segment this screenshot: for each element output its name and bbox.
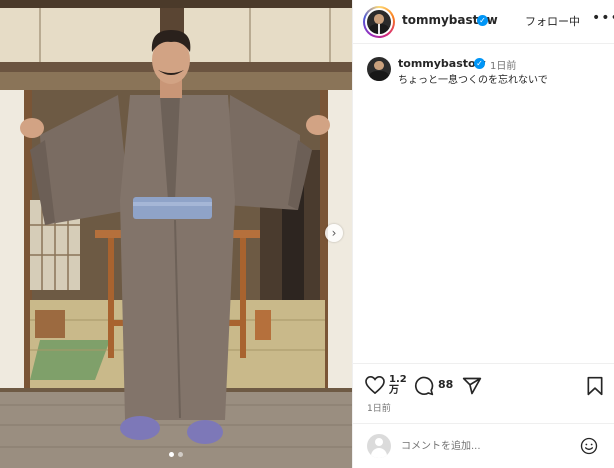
comment-bubble-icon[interactable] xyxy=(414,376,434,400)
verified-badge-icon: ✓ xyxy=(474,58,485,69)
comment-input[interactable] xyxy=(401,438,571,454)
caption-text: ちょっと一息つくのを忘れないで xyxy=(398,75,548,86)
like-count-number: 1.2 xyxy=(389,374,407,385)
post-header: tommybastow ✓ フォロー中 ••• xyxy=(353,0,614,44)
viewer-avatar xyxy=(367,434,391,458)
emoji-smile-icon[interactable] xyxy=(580,437,598,459)
like-count[interactable]: 1.2 万 xyxy=(389,374,407,396)
caption-username[interactable]: tommybastow xyxy=(398,57,486,70)
heart-icon[interactable] xyxy=(365,375,385,398)
carousel-dot-active xyxy=(169,452,174,457)
like-count-unit: 万 xyxy=(389,385,399,396)
following-button[interactable]: フォロー中 xyxy=(525,13,580,29)
more-dots-icon[interactable]: ••• xyxy=(592,10,614,26)
post-side-panel: tommybastow ✓ フォロー中 ••• tommybastow ✓ 1日… xyxy=(352,0,614,468)
bookmark-icon[interactable] xyxy=(586,376,604,400)
photo-scene xyxy=(0,0,352,468)
carousel-dots xyxy=(0,452,352,457)
carousel-dot xyxy=(178,452,183,457)
next-image-button[interactable]: › xyxy=(325,224,343,242)
verified-badge-icon: ✓ xyxy=(477,15,488,26)
action-bar: 1.2 万 88 1日前 xyxy=(353,363,614,423)
caption-timestamp: 1日前 xyxy=(490,61,517,72)
post-photo[interactable]: › xyxy=(0,0,352,468)
comment-count[interactable]: 88 xyxy=(438,378,453,391)
author-avatar[interactable] xyxy=(363,6,395,38)
paper-plane-icon[interactable] xyxy=(462,376,482,400)
comment-composer xyxy=(353,423,614,468)
caption-author-avatar[interactable] xyxy=(367,57,391,81)
post-timestamp: 1日前 xyxy=(367,404,391,414)
